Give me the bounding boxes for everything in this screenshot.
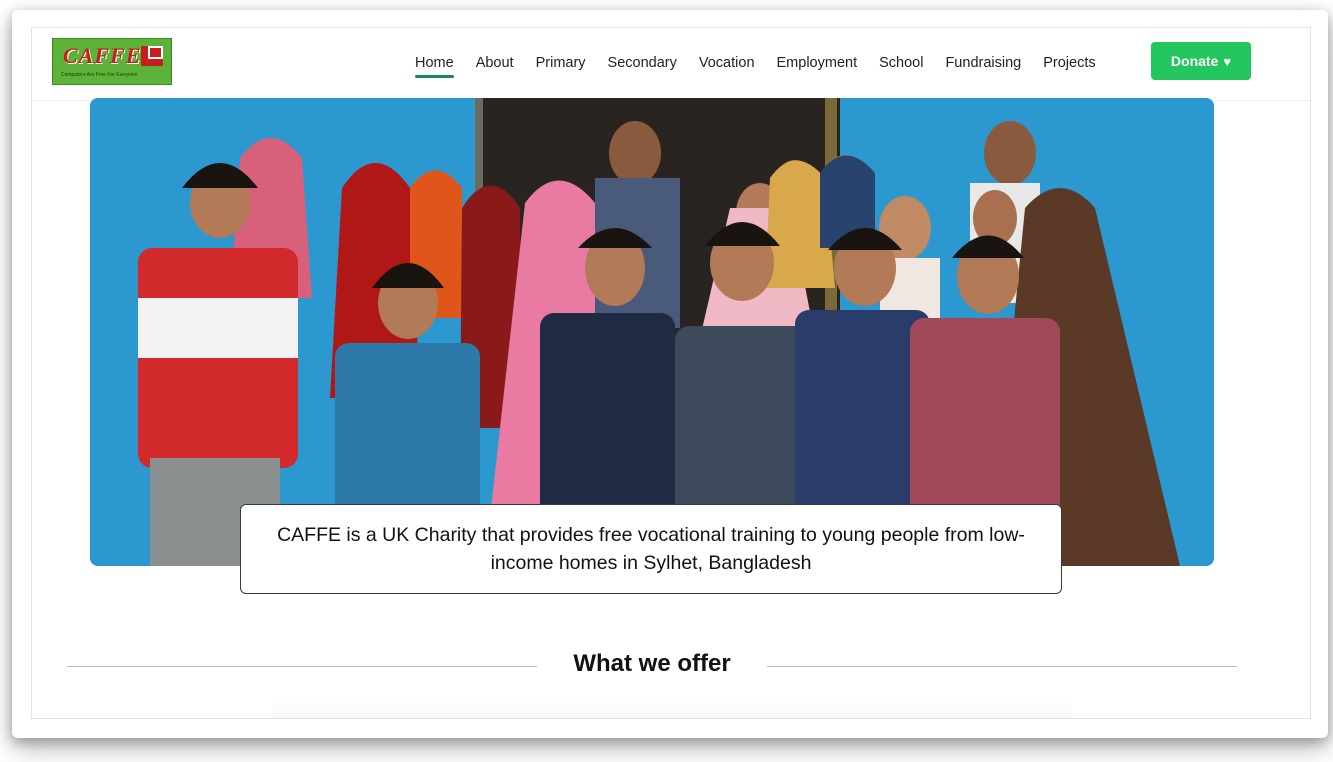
group-photo-illustration <box>90 98 1214 566</box>
hero-caption: CAFFE is a UK Charity that provides free… <box>240 504 1062 594</box>
hero-image <box>90 98 1214 566</box>
donate-button[interactable]: Donate ♥ <box>1151 42 1251 80</box>
site-header: CAFFE Computers Are Free For Everyone Ho… <box>32 28 1310 101</box>
logo-mark-icon <box>141 46 163 66</box>
nav-item-projects[interactable]: Projects <box>1043 55 1095 71</box>
nav-item-employment[interactable]: Employment <box>777 55 858 71</box>
nav-item-secondary[interactable]: Secondary <box>608 55 677 71</box>
donate-label: Donate <box>1170 53 1219 69</box>
content-fade <box>272 698 1072 718</box>
nav-item-school[interactable]: School <box>879 55 923 71</box>
logo-wordmark: CAFFE <box>63 43 142 68</box>
main-nav: Home About Primary Secondary Vocation Em… <box>415 48 1118 78</box>
nav-item-vocation[interactable]: Vocation <box>699 55 755 71</box>
nav-item-home[interactable]: Home <box>415 55 454 78</box>
nav-item-about[interactable]: About <box>476 55 514 71</box>
nav-item-fundraising[interactable]: Fundraising <box>945 55 1021 71</box>
caffe-logo[interactable]: CAFFE Computers Are Free For Everyone <box>52 38 172 85</box>
section-heading-what-we-offer: What we offer <box>67 648 1237 684</box>
section-title: What we offer <box>573 650 731 677</box>
heart-icon: ♥ <box>1223 53 1232 69</box>
logo-tagline: Computers Are Free For Everyone <box>61 72 138 78</box>
nav-item-primary[interactable]: Primary <box>536 55 586 71</box>
screenshot-frame: CAFFE Computers Are Free For Everyone Ho… <box>12 10 1328 738</box>
web-page: CAFFE Computers Are Free For Everyone Ho… <box>31 27 1311 719</box>
